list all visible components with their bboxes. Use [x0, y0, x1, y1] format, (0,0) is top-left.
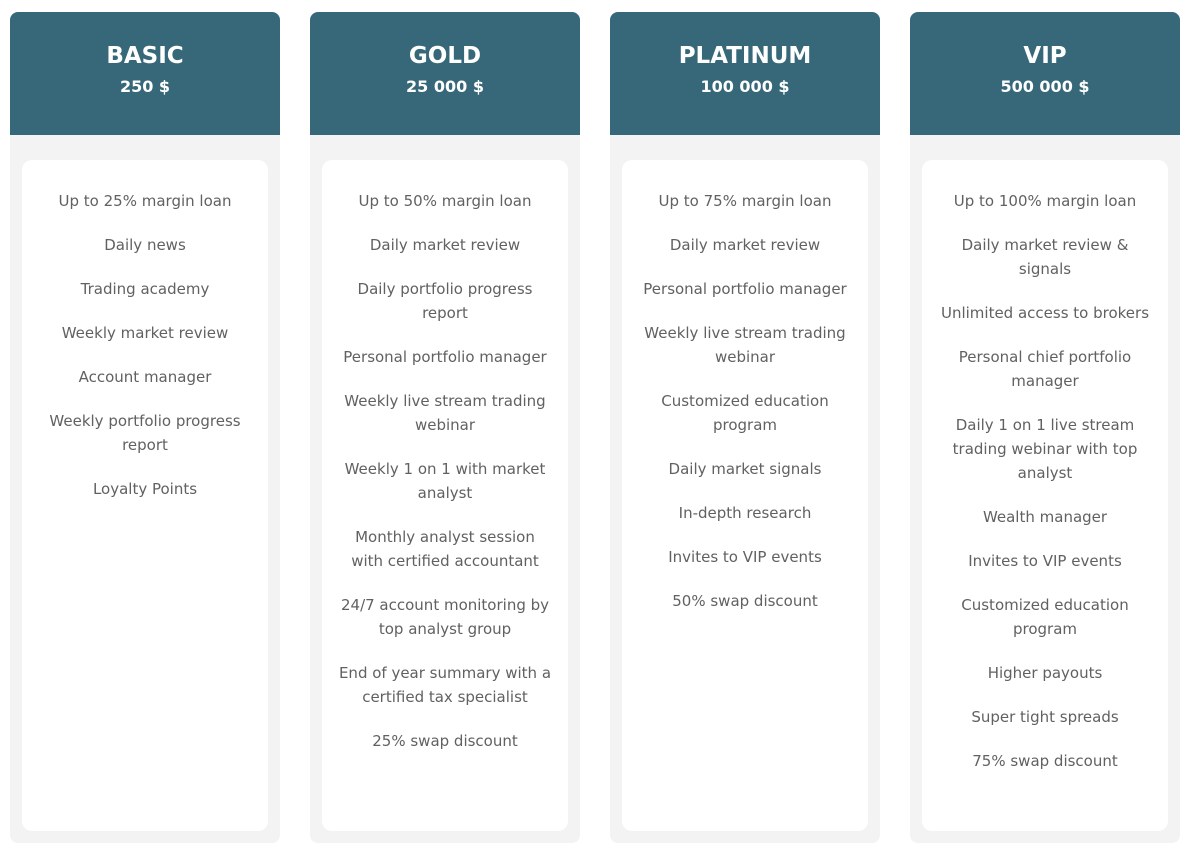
feature-panel: Up to 100% margin loan Daily market revie… — [922, 160, 1168, 831]
feature-item: Personal portfolio manager — [643, 280, 847, 298]
feature-item: Daily news — [104, 236, 186, 254]
plan-price: 250 $ — [119, 77, 171, 96]
feature-item: In-depth research — [678, 504, 812, 522]
feature-item: Weekly live stream trading webinar — [644, 324, 846, 366]
plan-card-platinum[interactable]: PLATINUM 100 000 $ Up to 75% margin loan… — [610, 12, 880, 843]
plan-card-vip[interactable]: VIP 500 000 $ Up to 100% margin loan Dail… — [910, 12, 1180, 843]
plan-body: Up to 100% margin loan Daily market revie… — [910, 135, 1180, 843]
plan-name: PLATINUM — [678, 43, 812, 69]
feature-item: Daily 1 on 1 live stream trading webinar… — [952, 416, 1138, 482]
plan-name: BASIC — [106, 43, 184, 69]
feature-item: Super tight spreads — [971, 708, 1119, 726]
plan-name: GOLD — [408, 43, 482, 69]
plan-price: 100 000 $ — [700, 77, 790, 96]
feature-item: Customized education program — [961, 596, 1129, 638]
feature-item: Account manager — [78, 368, 212, 386]
feature-item: Invites to VIP events — [668, 548, 822, 566]
feature-item: Higher payouts — [987, 664, 1103, 682]
plan-header: GOLD 25 000 $ — [310, 12, 580, 135]
feature-list: Up to 25% margin loan Daily news Trading a… — [38, 189, 252, 501]
plan-card-basic[interactable]: BASIC 250 $ Up to 25% margin loan Daily n… — [10, 12, 280, 843]
feature-item: Unlimited access to brokers — [940, 304, 1150, 322]
feature-list: Up to 75% margin loan Daily market review… — [638, 189, 852, 613]
feature-item: Up to 50% margin loan — [358, 192, 532, 210]
feature-item: Weekly portfolio progress report — [49, 412, 241, 454]
feature-item: End of year summary with a certified tax… — [338, 664, 552, 706]
feature-item: Up to 100% margin loan — [953, 192, 1137, 210]
feature-list: Up to 100% margin loan Daily market revie… — [938, 189, 1152, 773]
plan-body: Up to 50% margin loan Daily market review… — [310, 135, 580, 843]
feature-item: Weekly live stream trading webinar — [344, 392, 546, 434]
feature-item: 25% swap discount — [372, 732, 518, 750]
pricing-plans: BASIC 250 $ Up to 25% margin loan Daily n… — [10, 12, 1180, 843]
feature-panel: Up to 75% margin loan Daily market review… — [622, 160, 868, 831]
plan-body: Up to 75% margin loan Daily market review… — [610, 135, 880, 843]
plan-header: BASIC 250 $ — [10, 12, 280, 135]
feature-item: Monthly analyst session with certified a… — [351, 528, 539, 570]
feature-item: Personal portfolio manager — [343, 348, 547, 366]
plan-card-gold[interactable]: GOLD 25 000 $ Up to 50% margin loan Daily… — [310, 12, 580, 843]
feature-item: Daily market review — [669, 236, 821, 254]
feature-item: Daily market review & signals — [961, 236, 1129, 278]
plan-price: 25 000 $ — [406, 77, 484, 96]
feature-item: Daily market signals — [668, 460, 822, 478]
feature-item: Wealth manager — [982, 508, 1108, 526]
plan-body: Up to 25% margin loan Daily news Trading a… — [10, 135, 280, 843]
feature-item: Weekly market review — [61, 324, 229, 342]
feature-item: Up to 75% margin loan — [658, 192, 832, 210]
feature-item: 50% swap discount — [672, 592, 818, 610]
plan-header: VIP 500 000 $ — [910, 12, 1180, 135]
plan-price: 500 000 $ — [1000, 77, 1090, 96]
feature-list: Up to 50% margin loan Daily market review… — [338, 189, 552, 753]
feature-item: Invites to VIP events — [968, 552, 1122, 570]
feature-panel: Up to 25% margin loan Daily news Trading a… — [22, 160, 268, 831]
feature-item: Daily market review — [369, 236, 521, 254]
feature-item: Up to 25% margin loan — [58, 192, 232, 210]
feature-item: Personal chief portfolio manager — [958, 348, 1132, 390]
feature-item: 75% swap discount — [972, 752, 1118, 770]
feature-panel: Up to 50% margin loan Daily market review… — [322, 160, 568, 831]
feature-item: Trading academy — [80, 280, 210, 298]
plan-header: PLATINUM 100 000 $ — [610, 12, 880, 135]
feature-item: 24/7 account monitoring by top analyst g… — [340, 596, 550, 638]
feature-item: Loyalty Points — [92, 480, 198, 498]
feature-item: Daily portfolio progress report — [357, 280, 533, 322]
plan-name: VIP — [1023, 43, 1067, 69]
feature-item: Customized education program — [661, 392, 829, 434]
feature-item: Weekly 1 on 1 with market analyst — [344, 460, 546, 502]
